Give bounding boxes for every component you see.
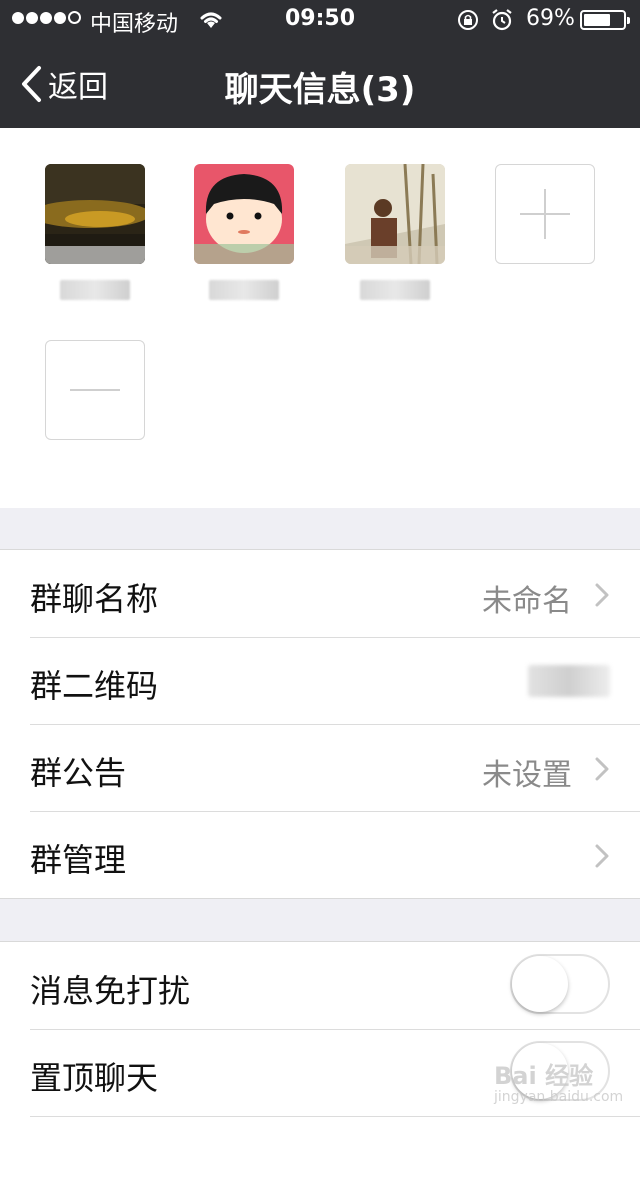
top-bar: 中国移动 09:50 69% 返回 聊天信息(3)	[0, 0, 640, 128]
chevron-right-icon	[595, 583, 609, 607]
navigation-bar: 返回 聊天信息(3)	[0, 40, 640, 128]
battery-icon	[580, 10, 630, 30]
status-bar: 中国移动 09:50 69%	[0, 0, 640, 40]
member-name	[45, 280, 145, 302]
member-name	[345, 280, 445, 302]
group-qr-code-row[interactable]: 群二维码	[0, 637, 640, 724]
row-value: 未命名	[482, 584, 572, 619]
avatar[interactable]	[194, 164, 294, 264]
member-item[interactable]	[194, 164, 294, 302]
group-management-row[interactable]: 群管理	[0, 811, 640, 898]
mute-notifications-row: 消息免打扰	[0, 942, 640, 1029]
watermark-url: jingyan.baidu.com	[494, 1089, 624, 1105]
watermark-logo: Bai 经验 jingyan.baidu.com	[494, 1056, 623, 1105]
group-members-grid	[0, 128, 640, 508]
avatar[interactable]	[345, 164, 445, 264]
qr-code-icon	[528, 665, 610, 697]
partial-row	[0, 1116, 640, 1203]
chevron-right-icon	[595, 844, 609, 868]
chevron-right-icon	[595, 757, 609, 781]
alarm-clock-icon	[490, 8, 514, 38]
group-name-row[interactable]: 群聊名称 未命名	[0, 550, 640, 637]
page-title: 聊天信息(3)	[224, 70, 416, 110]
member-item[interactable]	[345, 164, 445, 302]
watermark-text: Bai 经验	[494, 1062, 594, 1090]
row-value: 未设置	[482, 758, 572, 793]
avatar[interactable]	[45, 164, 145, 264]
row-label: 消息免打扰	[30, 972, 191, 1010]
row-label: 群公告	[30, 754, 127, 792]
remove-member-button[interactable]	[45, 340, 145, 440]
add-member-button[interactable]	[495, 164, 595, 264]
row-label: 置顶聊天	[30, 1059, 159, 1097]
row-label: 群二维码	[30, 667, 159, 705]
member-name	[194, 280, 294, 302]
battery-percentage: 69%	[526, 6, 575, 31]
rotation-lock-icon	[456, 8, 480, 38]
row-label: 群聊名称	[30, 580, 159, 618]
group-settings-section: 群聊名称 未命名 群二维码 群公告 未设置 群管理	[0, 549, 640, 899]
mute-notifications-toggle[interactable]	[510, 954, 610, 1014]
member-item[interactable]	[45, 164, 145, 302]
row-label: 群管理	[30, 841, 127, 879]
group-announcement-row[interactable]: 群公告 未设置	[0, 724, 640, 811]
